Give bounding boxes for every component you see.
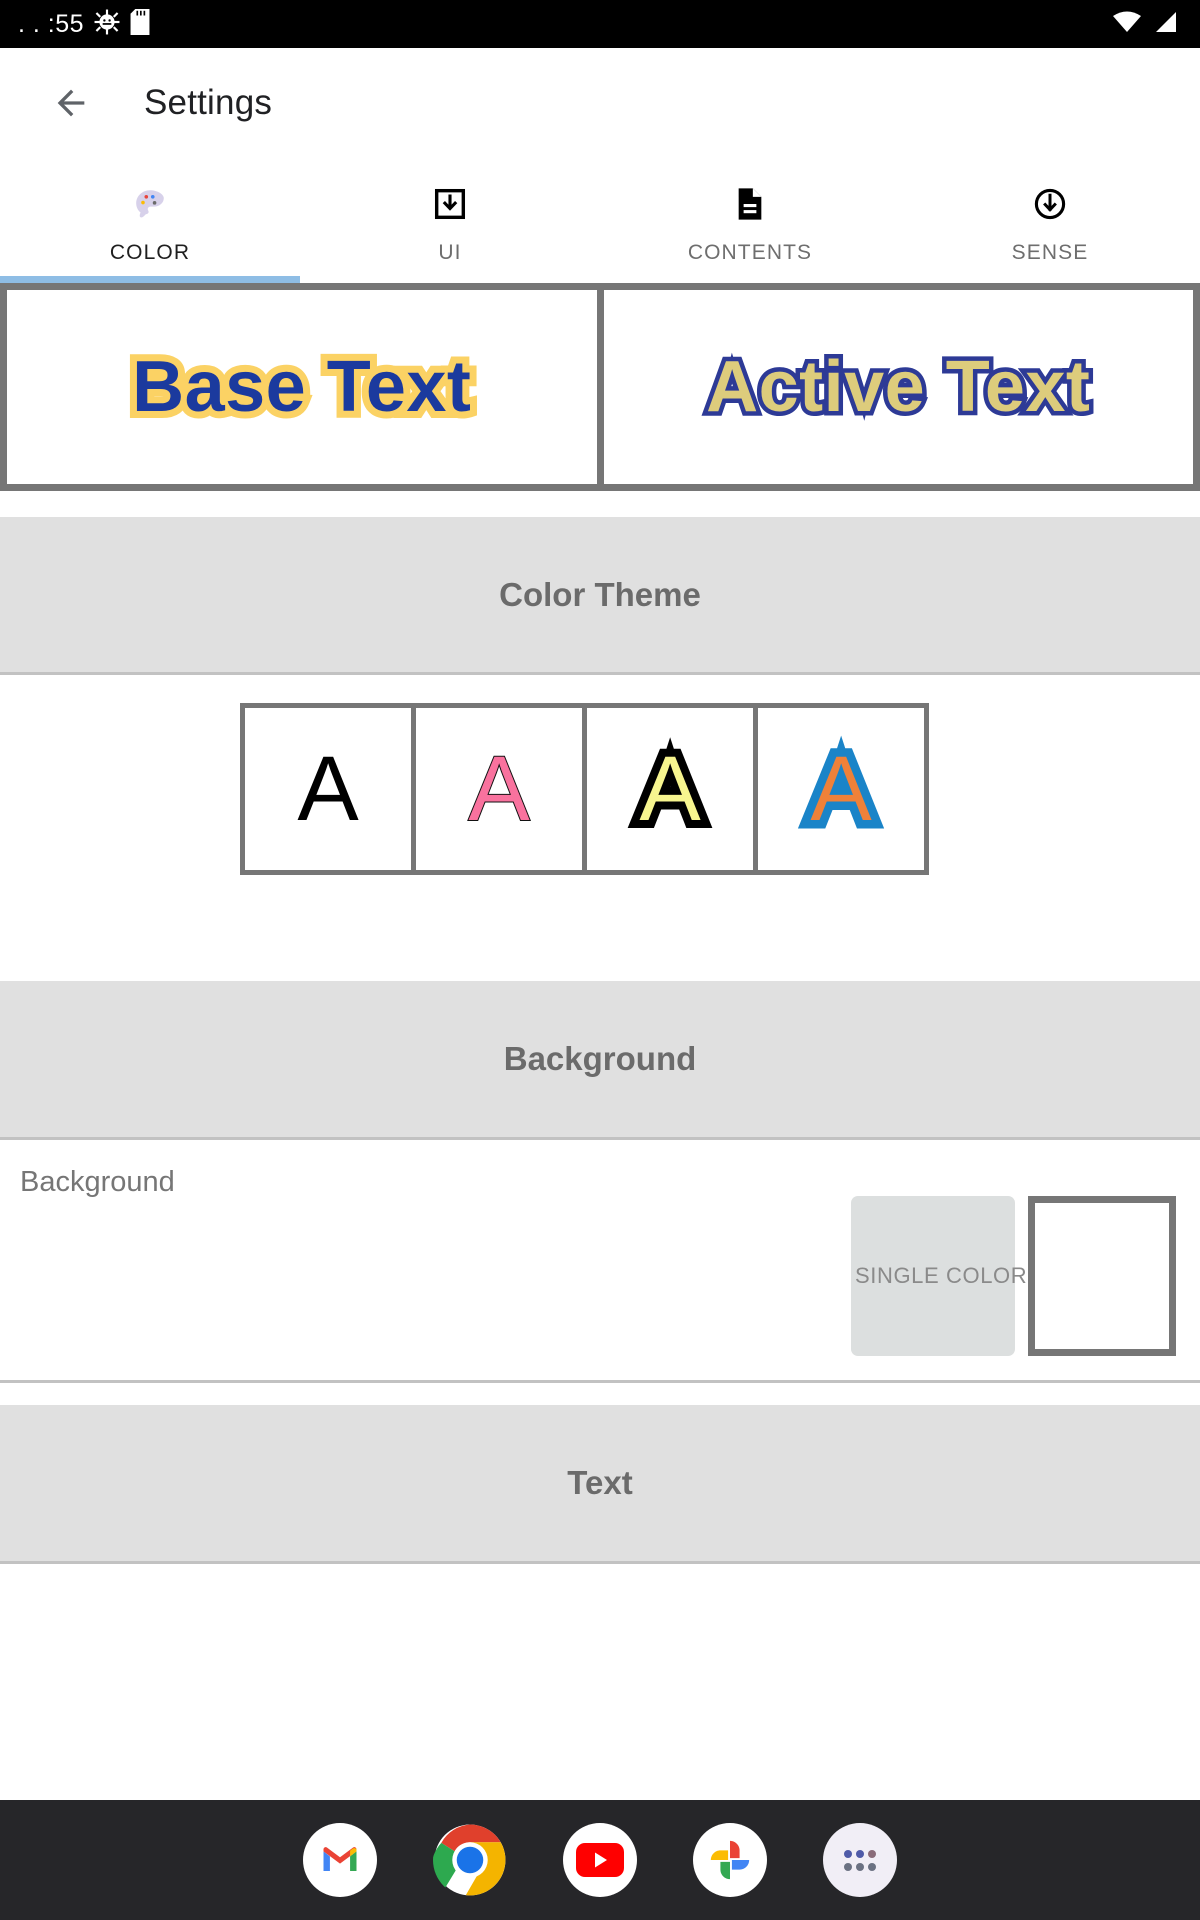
active-tab-indicator [0,276,300,283]
theme-letter: A [631,735,708,843]
single-color-mode-button[interactable]: SINGLE COLOR [851,1196,1027,1356]
active-text-sample: Active Text [702,343,1095,432]
section-title-text: Text [567,1464,633,1501]
document-icon [734,183,766,225]
background-bottom-gap [0,1383,1200,1405]
section-header-text: Text [0,1405,1200,1561]
tab-contents[interactable]: CONTENTS [600,158,900,283]
preview-bottom-gap [0,491,1200,517]
bottom-dock [0,1800,1200,1920]
background-row-controls: SINGLE COLOR [851,1196,1176,1356]
tab-sense[interactable]: SENSE [900,158,1200,283]
theme-swatch-orange-blue[interactable]: A [758,708,924,870]
tab-label-sense: SENSE [1011,240,1089,264]
wifi-icon [1112,10,1142,39]
page-title: Settings [144,83,273,122]
app-drawer-icon[interactable] [823,1823,897,1897]
status-bar-left: . . :55 [18,8,150,40]
chrome-app-icon[interactable] [433,1823,507,1897]
status-clock: . . :55 [18,9,85,38]
theme-letter: A [297,738,359,840]
color-theme-swatch-strip: A A A A [240,703,929,875]
settings-tab-bar: COLOR UI CONTENTS SENSE [0,158,1200,283]
back-button[interactable] [48,80,94,126]
tab-label-color: COLOR [109,240,191,264]
background-row-label: Background [20,1166,175,1198]
base-text-sample: Base Text [125,340,478,434]
section-header-color-theme: Color Theme [0,517,1200,672]
google-photos-app-icon[interactable] [693,1823,767,1897]
theme-letter: A [467,738,530,840]
base-text-preview[interactable]: Base Text [0,283,604,491]
section-header-background: Background [0,981,1200,1137]
text-preview-row: Base Text Active Text [0,283,1200,491]
theme-bottom-gap [0,885,1200,981]
sd-card-icon [130,8,150,40]
android-gear-icon [94,9,120,40]
back-arrow-icon [57,89,85,117]
gmail-app-icon[interactable] [303,1823,377,1897]
background-setting-row[interactable]: Background SINGLE COLOR [0,1140,1200,1380]
tab-label-contents: CONTENTS [687,240,813,264]
divider-text [0,1561,1200,1564]
cellular-signal-icon [1152,10,1178,39]
phone-screen: . . :55 Settings COLOR UI CONTENTS SENSE… [0,0,1200,1920]
theme-letter: A [802,735,880,844]
youtube-app-icon[interactable] [563,1823,637,1897]
theme-swatch-black[interactable]: A [245,708,411,870]
tab-label-ui: UI [438,240,462,264]
theme-swatch-yellow-black[interactable]: A [587,708,753,870]
status-bar: . . :55 [0,0,1200,48]
download-box-icon [433,183,467,225]
circle-down-arrow-icon [1033,183,1067,225]
status-bar-right [1112,10,1178,39]
background-color-swatch[interactable] [1028,1196,1176,1356]
active-text-preview[interactable]: Active Text [603,283,1200,491]
app-bar: Settings [0,48,1200,158]
theme-swatch-pink[interactable]: A [416,708,582,870]
palette-icon [133,183,167,225]
color-theme-swatch-area: A A A A [0,675,1200,885]
tab-color[interactable]: COLOR [0,158,300,283]
section-title-color-theme: Color Theme [499,575,701,613]
section-title-background: Background [503,1040,697,1077]
tab-ui[interactable]: UI [300,158,600,283]
